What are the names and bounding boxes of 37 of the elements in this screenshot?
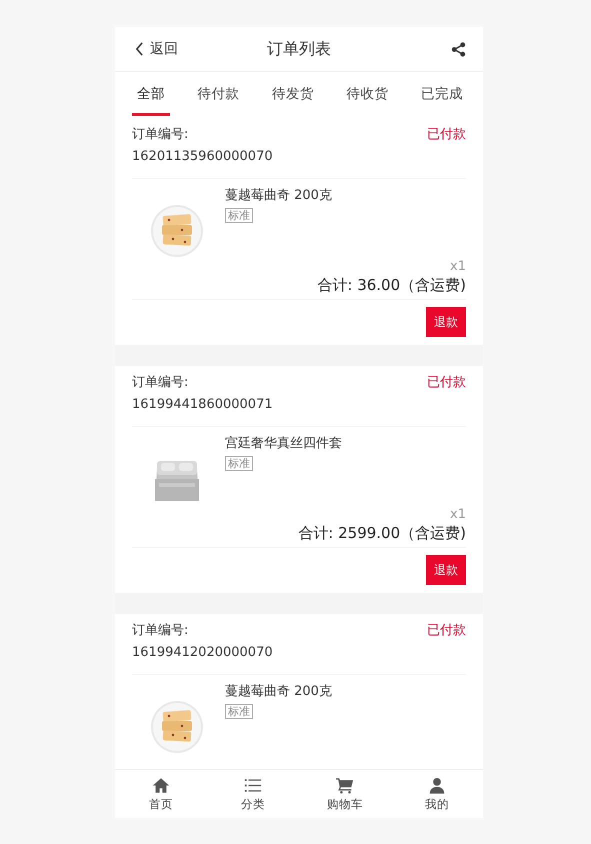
tab[interactable]: 待付款 — [192, 72, 244, 116]
quantity: x1 — [449, 507, 466, 522]
cart-icon[interactable] — [336, 776, 354, 794]
page-title: 订单列表 — [266, 38, 332, 60]
home-icon[interactable] — [152, 776, 170, 794]
user-icon[interactable] — [428, 776, 446, 794]
order-total: 合计: 36.00（含运费) — [132, 274, 466, 300]
product-name: 蔓越莓曲奇 200克 — [225, 188, 333, 204]
quantity: x1 — [449, 259, 466, 274]
product-name: 宫廷奢华真丝四件套 — [225, 436, 343, 452]
tab[interactable]: 待收货 — [342, 72, 394, 116]
nav-label[interactable]: 首页 — [149, 796, 173, 812]
order-number: 16199412020000070 — [132, 644, 273, 662]
tab[interactable]: 待发货 — [267, 72, 319, 116]
nav-label[interactable]: 我的 — [425, 796, 449, 812]
chevron-icon[interactable] — [135, 42, 144, 56]
nav-label[interactable]: 分类 — [241, 796, 265, 812]
order-status: 已付款 — [427, 374, 466, 392]
order-number-label: 订单编号: — [132, 126, 190, 144]
spec-tag: 标准 — [225, 704, 253, 719]
product-name: 蔓越莓曲奇 200克 — [225, 684, 333, 700]
nav-label[interactable]: 购物车 — [327, 796, 363, 812]
spec-tag: 标准 — [225, 456, 253, 471]
order-number: 16201135960000070 — [132, 148, 273, 166]
list-icon[interactable] — [244, 776, 262, 794]
order-total: 合计: 2599.00（含运费) — [132, 522, 466, 548]
order-number-label: 订单编号: — [132, 374, 190, 392]
spec-tag: 标准 — [225, 208, 253, 223]
order-status: 已付款 — [427, 126, 466, 144]
share-icon[interactable] — [451, 42, 466, 56]
order-number-label: 订单编号: — [132, 622, 190, 640]
order-number: 16199441860000071 — [132, 396, 273, 414]
order-status: 已付款 — [427, 622, 466, 640]
back-link[interactable]: 返回 — [135, 40, 178, 58]
refund-button[interactable]: 退款 — [426, 555, 466, 585]
refund-button[interactable]: 退款 — [426, 307, 466, 337]
tab[interactable]: 已完成 — [416, 72, 468, 116]
